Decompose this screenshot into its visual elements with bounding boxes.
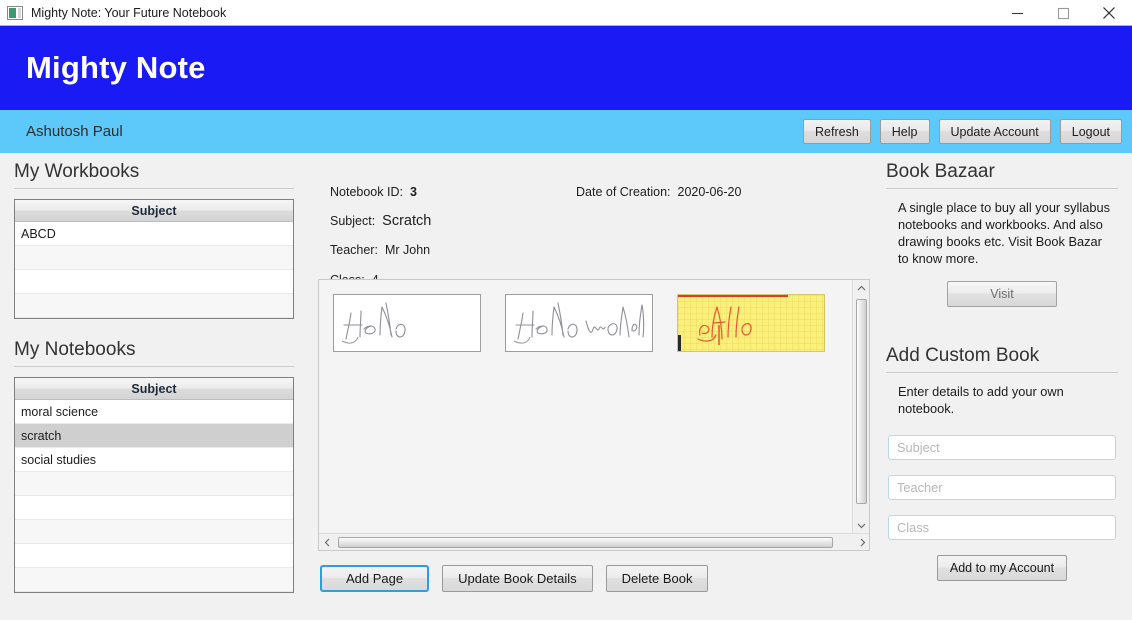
window-controls	[994, 0, 1132, 26]
right-sidebar: Book Bazaar A single place to buy all yo…	[886, 161, 1118, 581]
notebooks-heading: My Notebooks	[14, 339, 294, 367]
add-custom-book-action: Add to my Account	[886, 555, 1118, 581]
workbooks-table[interactable]: Subject ABCD	[14, 199, 294, 319]
book-bazaar-heading: Book Bazaar	[886, 161, 1118, 189]
creation-date-value: 2020-06-20	[677, 185, 742, 199]
notebook-metadata: Notebook ID: 3 Date of Creation: 2020-06-2…	[318, 161, 870, 287]
title-bar: Mighty Note: Your Future Notebook	[0, 0, 1132, 26]
vertical-scrollbar[interactable]	[852, 280, 869, 534]
account-actions: Refresh Help Update Account Logout	[803, 119, 1122, 144]
subject-row: Subject: Scratch	[330, 213, 431, 229]
account-bar: Ashutosh Paul Refresh Help Update Accoun…	[0, 110, 1132, 153]
account-user-name: Ashutosh Paul	[26, 123, 123, 140]
notebook-app-icon	[7, 5, 23, 20]
notebook-id-value: 3	[409, 185, 417, 199]
add-custom-book-heading: Add Custom Book	[886, 345, 1118, 373]
subject-value: Scratch	[382, 213, 432, 229]
page-thumbnails-pane	[318, 279, 870, 551]
update-book-details-button[interactable]: Update Book Details	[442, 565, 593, 592]
left-sidebar: My Workbooks Subject ABCD My Notebooks S…	[14, 161, 294, 593]
notebook-id-label: Notebook ID:	[330, 185, 403, 199]
creation-date-row: Date of Creation: 2020-06-20	[576, 185, 741, 199]
window-title: Mighty Note: Your Future Notebook	[31, 5, 227, 20]
subject-input[interactable]	[888, 435, 1116, 460]
list-item[interactable]	[15, 472, 293, 496]
minimize-icon[interactable]	[994, 0, 1040, 26]
workbooks-column-header: Subject	[15, 200, 293, 222]
page-thumbnails-list	[333, 294, 825, 352]
page-thumbnail-hello[interactable]	[333, 294, 481, 352]
notebooks-table[interactable]: Subject moral science scratch social stu…	[14, 377, 294, 593]
teacher-input[interactable]	[888, 475, 1116, 500]
notebook-detail-panel: Notebook ID: 3 Date of Creation: 2020-06-2…	[318, 161, 870, 592]
table-row[interactable]	[15, 294, 293, 318]
teacher-row: Teacher: Mr John	[330, 243, 430, 257]
vertical-scrollbar-thumb[interactable]	[856, 299, 867, 504]
subject-label: Subject:	[330, 214, 376, 228]
refresh-button[interactable]: Refresh	[803, 119, 871, 144]
table-row[interactable]: ABCD	[15, 222, 293, 246]
list-item[interactable]: scratch	[15, 424, 293, 448]
horizontal-scrollbar[interactable]	[319, 533, 869, 550]
teacher-label: Teacher:	[330, 243, 378, 257]
scroll-up-icon[interactable]	[853, 280, 869, 297]
teacher-value: Mr John	[384, 243, 431, 257]
application-window: Mighty Note: Your Future Notebook Mighty…	[0, 0, 1132, 620]
brand-banner: Mighty Note	[0, 26, 1132, 110]
class-input[interactable]	[888, 515, 1116, 540]
delete-book-button[interactable]: Delete Book	[605, 565, 709, 592]
close-icon[interactable]	[1086, 0, 1132, 26]
help-button[interactable]: Help	[879, 119, 930, 144]
notebook-id-row: Notebook ID: 3	[330, 185, 417, 199]
list-item[interactable]: social studies	[15, 448, 293, 472]
page-thumbnail-hello-world[interactable]	[505, 294, 653, 352]
maximize-icon[interactable]	[1040, 0, 1086, 26]
list-item[interactable]	[15, 496, 293, 520]
page-thumbnail-hello-grid[interactable]	[677, 294, 825, 352]
horizontal-scrollbar-thumb[interactable]	[338, 537, 833, 548]
book-bazaar-description: A single place to buy all your syllabus …	[898, 200, 1110, 266]
logout-button[interactable]: Logout	[1059, 119, 1122, 144]
book-bazaar-action: Visit	[886, 281, 1118, 307]
workbooks-heading: My Workbooks	[14, 161, 294, 189]
visit-button[interactable]: Visit	[947, 281, 1057, 307]
list-item[interactable]	[15, 544, 293, 568]
add-custom-book-description: Enter details to add your own notebook.	[898, 384, 1064, 416]
creation-date-label: Date of Creation:	[576, 185, 671, 199]
notebooks-column-header: Subject	[15, 378, 293, 400]
list-item[interactable]	[15, 568, 293, 592]
update-account-button[interactable]: Update Account	[938, 119, 1051, 144]
scroll-down-icon[interactable]	[853, 517, 869, 534]
table-row[interactable]	[15, 270, 293, 294]
table-row[interactable]	[15, 246, 293, 270]
add-page-button[interactable]: Add Page	[320, 565, 430, 592]
page-action-bar: Add Page Update Book Details Delete Book	[318, 565, 870, 592]
list-item[interactable]: moral science	[15, 400, 293, 424]
add-to-my-account-button[interactable]: Add to my Account	[936, 555, 1068, 581]
brand-title: Mighty Note	[26, 50, 206, 85]
main-content: My Workbooks Subject ABCD My Notebooks S…	[0, 153, 1132, 620]
add-custom-book-form: Add to my Account	[886, 435, 1118, 581]
scroll-right-icon[interactable]	[854, 534, 869, 550]
scroll-left-icon[interactable]	[319, 534, 336, 550]
list-item[interactable]	[15, 520, 293, 544]
